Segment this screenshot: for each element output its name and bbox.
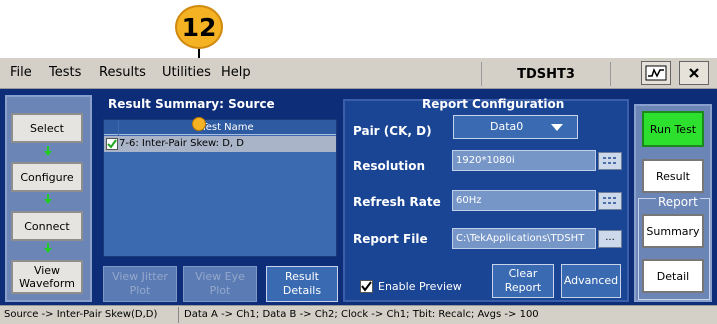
pair-dropdown[interactable]: Data0	[453, 115, 578, 139]
menu-tests[interactable]: Tests	[49, 65, 81, 80]
app-title: TDSHT3	[481, 62, 611, 86]
checkmark-icon	[361, 281, 372, 292]
resolution-keypad-icon[interactable]	[598, 152, 622, 170]
view-waveform-button[interactable]: View Waveform	[11, 260, 83, 294]
resolution-field[interactable]: 1920*1080i	[452, 150, 596, 171]
table-row[interactable]: 7-6: Inter-Pair Skew: D, D	[104, 136, 336, 152]
summary-button[interactable]: Summary	[642, 214, 704, 248]
down-arrow-icon	[44, 146, 52, 156]
row-checkbox[interactable]	[106, 138, 118, 150]
result-table: Test Name 7-6: Inter-Pair Skew: D, D	[103, 119, 337, 257]
table-header-check-col	[104, 120, 118, 135]
status-divider	[178, 307, 179, 323]
menu-results[interactable]: Results	[99, 65, 146, 80]
result-details-button[interactable]: Result Details	[266, 266, 338, 302]
result-button[interactable]: Result	[642, 159, 704, 193]
pair-value: Data0	[490, 120, 524, 133]
result-summary-title: Result Summary: Source	[108, 97, 275, 111]
row-test-name: 7-6: Inter-Pair Skew: D, D	[119, 138, 244, 149]
resolution-label: Resolution	[353, 159, 426, 173]
menu-utilities[interactable]: Utilities	[162, 65, 211, 80]
browse-button[interactable]: ...	[598, 230, 622, 248]
callout-number: 12	[181, 12, 217, 42]
enable-preview-checkbox[interactable]	[360, 280, 373, 293]
refresh-rate-keypad-icon[interactable]	[598, 192, 622, 210]
report-file-field[interactable]: C:\TekApplications\TDSHT	[452, 228, 596, 249]
report-group-label: Report	[656, 195, 700, 209]
callout-target-dot	[192, 117, 206, 131]
view-eye-plot-button[interactable]: View Eye Plot	[183, 266, 257, 302]
pair-label: Pair (CK, D)	[353, 124, 432, 138]
refresh-rate-label: Refresh Rate	[353, 195, 441, 209]
configure-button[interactable]: Configure	[11, 162, 83, 192]
status-bar: Source -> Inter-Pair Skew(D,D) Data A ->…	[0, 305, 717, 324]
refresh-rate-field[interactable]: 60Hz	[452, 190, 596, 211]
view-jitter-plot-button[interactable]: View Jitter Plot	[103, 266, 177, 302]
enable-preview-label: Enable Preview	[378, 280, 462, 293]
checkmark-icon	[107, 139, 117, 149]
down-arrow-icon	[44, 194, 52, 204]
chevron-down-icon	[551, 124, 563, 131]
menu-file[interactable]: File	[10, 65, 32, 80]
status-source: Source -> Inter-Pair Skew(D,D)	[4, 309, 158, 320]
scope-display-icon[interactable]	[641, 61, 671, 85]
clear-report-button[interactable]: Clear Report	[492, 264, 554, 298]
table-header-test-name[interactable]: Test Name	[119, 120, 336, 135]
advanced-button[interactable]: Advanced	[561, 264, 621, 298]
step-callout-badge: 12	[175, 5, 223, 49]
down-arrow-icon	[44, 243, 52, 253]
status-config: Data A -> Ch1; Data B -> Ch2; Clock -> C…	[184, 309, 539, 320]
close-icon[interactable]	[679, 61, 709, 85]
select-button[interactable]: Select	[11, 113, 83, 143]
run-test-button[interactable]: Run Test	[642, 111, 704, 147]
report-file-label: Report File	[353, 232, 428, 246]
report-configuration-title: Report Configuration	[422, 97, 565, 111]
menu-help[interactable]: Help	[221, 65, 251, 80]
detail-button[interactable]: Detail	[642, 259, 704, 293]
connect-button[interactable]: Connect	[11, 211, 83, 241]
